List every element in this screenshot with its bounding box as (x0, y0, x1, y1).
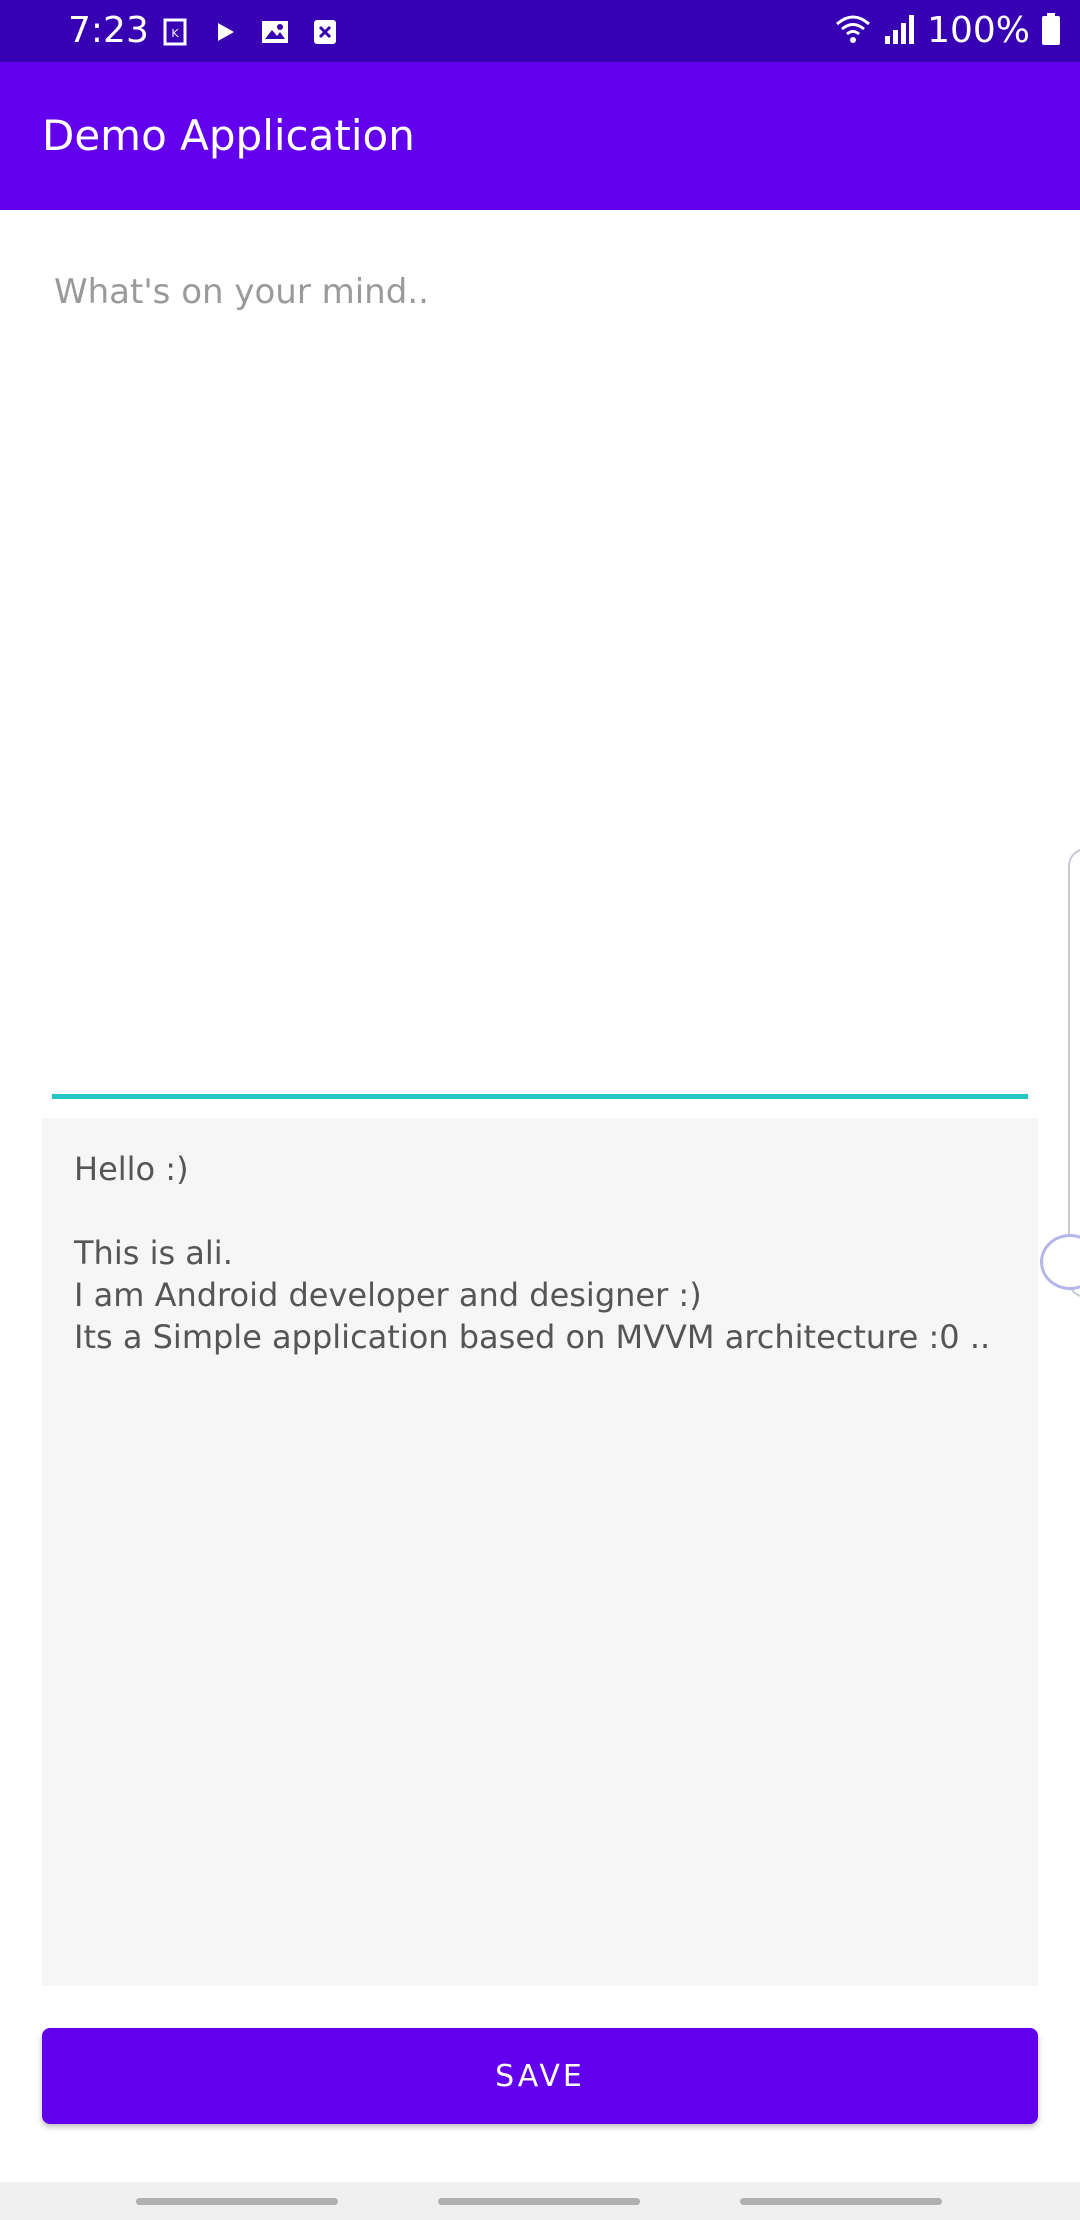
notification-icons: K (160, 14, 340, 50)
signal-icon (883, 12, 917, 50)
save-button[interactable]: SAVE (42, 2028, 1038, 2124)
note-input-underline (52, 1094, 1028, 1099)
navigation-bar (0, 2182, 1080, 2220)
note-input[interactable] (52, 270, 1032, 1094)
battery-icon (1040, 12, 1062, 50)
battery-percent: 100% (927, 10, 1030, 51)
block-icon (310, 17, 340, 47)
notes-text: Hello :) This is ali. I am Android devel… (74, 1150, 991, 1356)
status-right: 100% (833, 8, 1062, 54)
edge-panel-circle[interactable] (1040, 1234, 1080, 1290)
wifi-icon (833, 12, 873, 50)
nav-back-indicator[interactable] (740, 2198, 942, 2205)
nav-home-indicator[interactable] (438, 2198, 640, 2205)
status-time: 7:23 (68, 10, 149, 51)
status-bar: 7:23 K 100% (0, 0, 1080, 62)
app-title: Demo Application (42, 111, 415, 160)
notes-display: Hello :) This is ali. I am Android devel… (42, 1118, 1038, 1986)
svg-text:K: K (171, 27, 179, 40)
nav-recent-indicator[interactable] (136, 2198, 338, 2205)
play-icon (210, 17, 240, 47)
edge-panel-handle[interactable] (1068, 848, 1080, 1298)
app-bar: Demo Application (0, 62, 1080, 210)
image-icon (260, 17, 290, 47)
k-icon: K (160, 17, 190, 47)
